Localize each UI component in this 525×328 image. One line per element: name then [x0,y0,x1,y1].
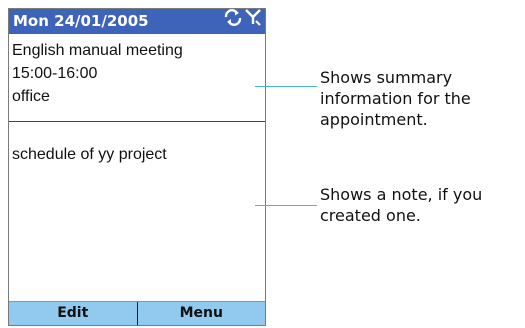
signal-icon [245,8,261,34]
edit-softkey[interactable]: Edit [9,302,137,325]
summary-callout-line [255,86,317,87]
appointment-note[interactable]: schedule of yy project [12,145,262,165]
menu-softkey[interactable]: Menu [138,302,266,325]
appointment-summary[interactable]: English manual meeting 15:00-16:00 offic… [12,39,262,108]
appointment-time: 15:00-16:00 [12,65,98,82]
note-callout-line-1: Shows a note, if you [320,185,483,204]
appointment-location: office [12,88,50,105]
appointment-detail-screen: Mon 24/01/2005 English manual meeting 15… [8,8,266,326]
section-divider [9,121,265,122]
status-icons [223,8,261,34]
phone-screen-frame: Mon 24/01/2005 English manual meeting 15… [8,8,266,326]
title-bar: Mon 24/01/2005 [9,9,265,34]
softkey-bar: Edit Menu [9,301,265,325]
note-callout-line-2: created one. [320,206,421,225]
date-title: Mon 24/01/2005 [13,12,149,30]
note-callout-text: Shows a note, if you created one. [320,184,482,226]
summary-callout-line-1: Shows summary [320,68,453,87]
summary-callout-line-3: appointment. [320,110,428,129]
appointment-title: English manual meeting [12,42,183,59]
summary-callout-line-2: information for the [320,89,471,108]
sync-icon [223,8,243,34]
note-callout-line [255,205,317,206]
summary-callout-text: Shows summary information for the appoin… [320,67,471,130]
